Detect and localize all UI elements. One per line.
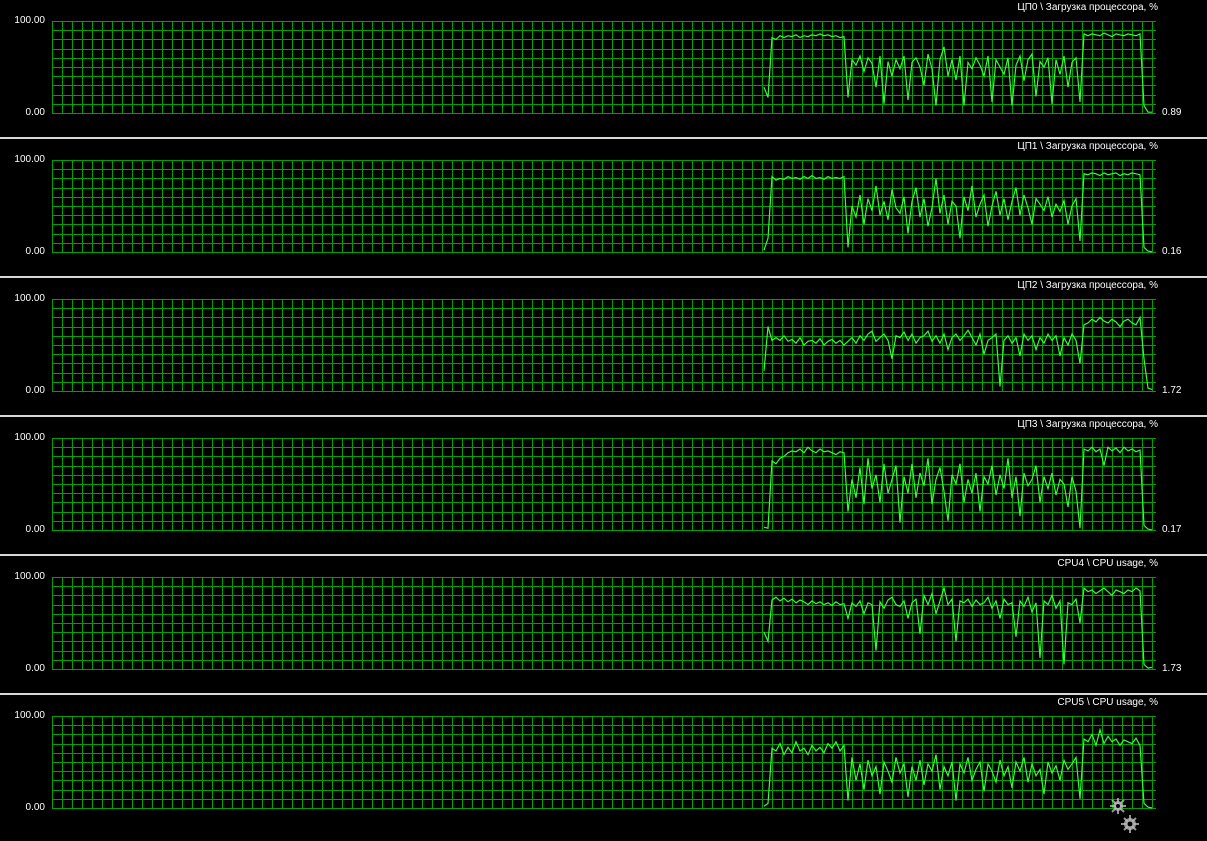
y-max-label: 100.00 bbox=[14, 15, 45, 26]
y-max-label: 100.00 bbox=[14, 154, 45, 165]
y-min-label: 0.00 bbox=[25, 663, 45, 674]
graph-plot bbox=[52, 299, 1156, 392]
graph-title: ЦП0 \ Загрузка процессора, % bbox=[1017, 2, 1158, 13]
graph-title: ЦП3 \ Загрузка процессора, % bbox=[1017, 419, 1158, 430]
grid bbox=[52, 438, 1156, 531]
current-value: 0.16 bbox=[1162, 246, 1182, 257]
graph-panel: ЦП3 \ Загрузка процессора, % 100.00 0.00 0.… bbox=[0, 417, 1207, 554]
graph-plot bbox=[52, 21, 1156, 114]
current-value: 1.73 bbox=[1162, 663, 1182, 674]
graph-title: ЦП1 \ Загрузка процессора, % bbox=[1017, 141, 1158, 152]
graph-panel: CPU5 \ CPU usage, % 100.00 0.00 bbox=[0, 695, 1207, 832]
graph-title: CPU4 \ CPU usage, % bbox=[1057, 558, 1158, 569]
y-max-label: 100.00 bbox=[14, 571, 45, 582]
y-min-label: 0.00 bbox=[25, 246, 45, 257]
grid bbox=[52, 716, 1156, 809]
rivatuner-logo bbox=[1108, 796, 1204, 836]
graph-plot bbox=[52, 716, 1156, 809]
graph-plot bbox=[52, 577, 1156, 670]
y-max-label: 100.00 bbox=[14, 293, 45, 304]
current-value: 0.17 bbox=[1162, 524, 1182, 535]
graph-panel: ЦП0 \ Загрузка процессора, % 100.00 0.00 0.… bbox=[0, 0, 1207, 137]
graph-panel: ЦП2 \ Загрузка процессора, % 100.00 0.00 1.… bbox=[0, 278, 1207, 415]
y-min-label: 0.00 bbox=[25, 385, 45, 396]
y-max-label: 100.00 bbox=[14, 710, 45, 721]
gear-icon bbox=[1110, 798, 1139, 833]
graph-panel: CPU4 \ CPU usage, % 100.00 0.00 1.73 bbox=[0, 556, 1207, 693]
y-min-label: 0.00 bbox=[25, 524, 45, 535]
grid bbox=[52, 299, 1156, 392]
y-min-label: 0.00 bbox=[25, 107, 45, 118]
graph-title: ЦП2 \ Загрузка процессора, % bbox=[1017, 280, 1158, 291]
graph-plot bbox=[52, 438, 1156, 531]
graph-title: CPU5 \ CPU usage, % bbox=[1057, 697, 1158, 708]
grid bbox=[52, 577, 1156, 670]
current-value: 1.72 bbox=[1162, 385, 1182, 396]
graph-panel: ЦП1 \ Загрузка процессора, % 100.00 0.00 0.… bbox=[0, 139, 1207, 276]
y-min-label: 0.00 bbox=[25, 802, 45, 813]
grid bbox=[52, 160, 1156, 253]
grid bbox=[52, 21, 1156, 114]
y-max-label: 100.00 bbox=[14, 432, 45, 443]
graph-plot bbox=[52, 160, 1156, 253]
current-value: 0.89 bbox=[1162, 107, 1182, 118]
